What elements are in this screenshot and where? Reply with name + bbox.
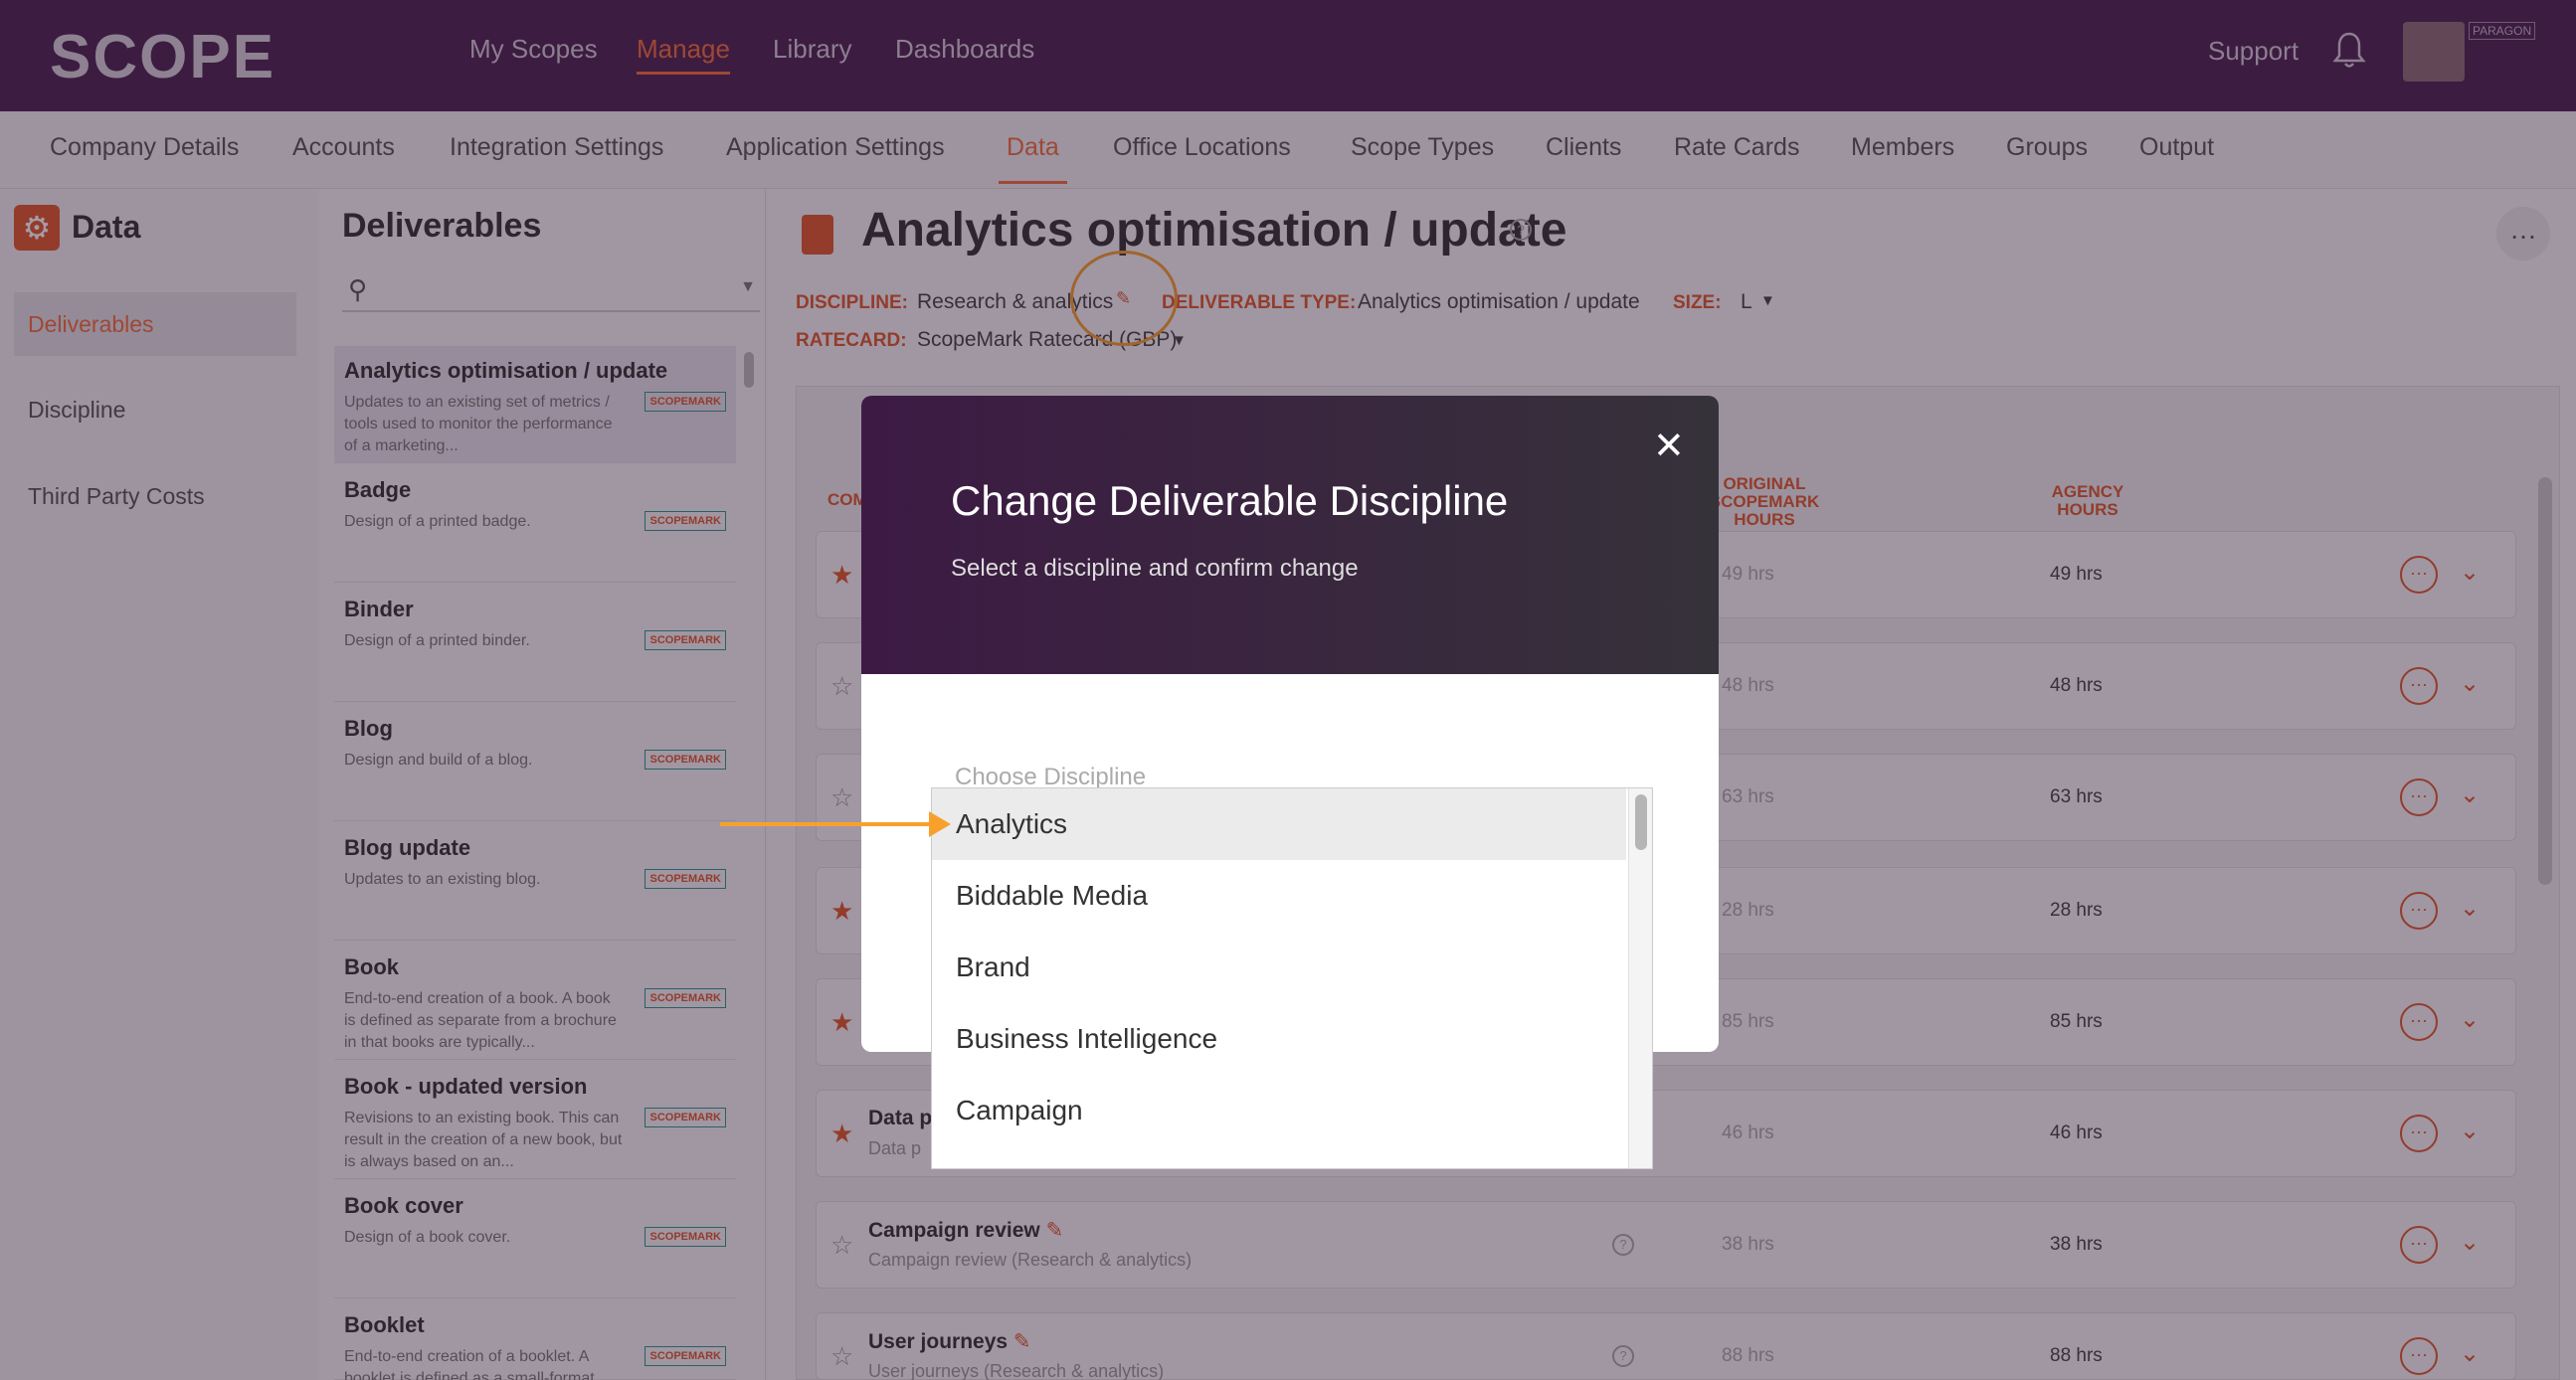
dropdown-scrollbar[interactable] [1628,788,1652,1168]
modal-title: Change Deliverable Discipline [951,477,1509,524]
discipline-option-analytics[interactable]: Analytics [932,788,1626,860]
annotation-arrow-head [929,811,951,837]
discipline-option-business-intelligence[interactable]: Business Intelligence [932,1003,1626,1075]
modal-header: Change Deliverable Discipline Select a d… [861,396,1719,674]
discipline-dropdown[interactable]: Analytics Biddable Media Brand Business … [931,787,1653,1169]
dropdown-scroll-thumb[interactable] [1635,794,1647,850]
discipline-option-biddable-media[interactable]: Biddable Media [932,860,1626,932]
annotation-arrow [720,822,939,826]
modal-subtitle: Select a discipline and confirm change [951,555,1359,582]
close-icon[interactable]: ✕ [1653,424,1685,468]
discipline-option-campaign[interactable]: Campaign [932,1075,1626,1146]
discipline-option-brand[interactable]: Brand [932,932,1626,1003]
